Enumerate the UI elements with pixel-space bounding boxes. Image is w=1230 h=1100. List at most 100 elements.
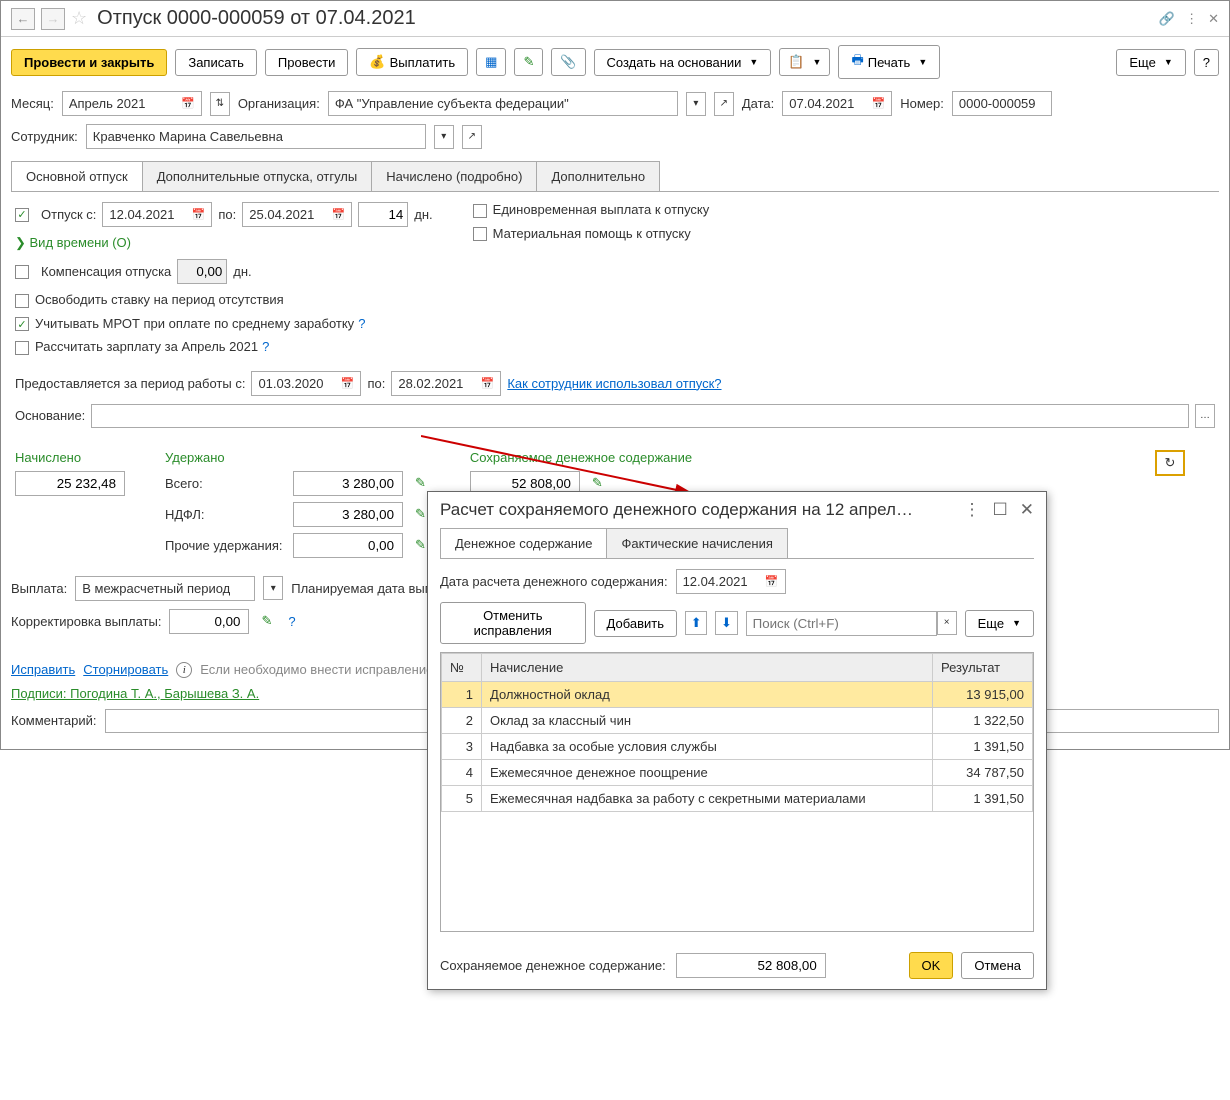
link-icon[interactable]: 🔗 — [1159, 11, 1175, 27]
calendar-icon[interactable]: 📅 — [765, 575, 779, 588]
period-to-input[interactable]: 28.02.2021📅 — [391, 371, 501, 396]
calc-dialog: Расчет сохраняемого денежного содержания… — [427, 491, 1047, 990]
month-input[interactable]: Апрель 2021📅 — [62, 91, 202, 116]
move-up-button[interactable]: ⬆ — [685, 611, 707, 635]
create-based-button[interactable]: Создать на основании▼ — [594, 49, 772, 76]
table-row[interactable]: 5Ежемесячная надбавка за работу с секрет… — [442, 786, 1033, 812]
lumpsum-checkbox[interactable] — [473, 204, 487, 218]
number-input[interactable]: 0000-000059 — [952, 91, 1052, 116]
print-button[interactable]: 🖶Печать▼ — [838, 45, 940, 79]
vacation-to-input[interactable]: 25.04.2021📅 — [242, 202, 352, 227]
calendar-icon[interactable]: 📅 — [341, 377, 355, 390]
copy-icon-button[interactable]: 📋▼ — [779, 48, 830, 76]
pencil-icon[interactable]: ✎ — [415, 506, 426, 522]
save-button[interactable]: Записать — [175, 49, 257, 76]
basis-input[interactable] — [91, 404, 1189, 428]
dialog-more-button[interactable]: Еще▼ — [965, 610, 1034, 637]
month-spinner[interactable]: ⇅ — [210, 92, 230, 116]
dialog-menu-icon[interactable]: ⋮ — [964, 500, 981, 520]
employee-dropdown[interactable]: ▾ — [434, 125, 454, 149]
dialog-tab-actual[interactable]: Фактические начисления — [606, 528, 787, 558]
aid-checkbox[interactable] — [473, 227, 487, 241]
other-value[interactable] — [293, 533, 403, 558]
help-icon[interactable]: ? — [358, 316, 365, 331]
how-used-link[interactable]: Как сотрудник использовал отпуск? — [507, 376, 721, 391]
vacation-from-input[interactable]: 12.04.2021📅 — [102, 202, 212, 227]
time-type-link[interactable]: ❯ Вид времени (О) — [15, 235, 131, 250]
help-button[interactable]: ? — [1194, 49, 1219, 76]
menu-icon[interactable]: ⋮ — [1185, 11, 1198, 27]
pay-button[interactable]: 💰Выплатить — [356, 48, 468, 76]
accrued-value[interactable] — [15, 471, 125, 496]
more-button[interactable]: Еще▼ — [1116, 49, 1185, 76]
close-icon[interactable]: ✕ — [1208, 11, 1219, 27]
pencil-icon[interactable]: ✎ — [592, 475, 603, 491]
doc-icon-button[interactable]: ▦ — [476, 48, 506, 76]
tab-additional[interactable]: Дополнительные отпуска, отгулы — [142, 161, 373, 191]
table-row[interactable]: 4Ежемесячное денежное поощрение34 787,50 — [442, 760, 1033, 786]
ndfl-value[interactable] — [293, 502, 403, 527]
nav-back[interactable]: ← — [11, 8, 35, 30]
mrot-checkbox[interactable]: ✓ — [15, 317, 29, 331]
pencil-icon[interactable]: ✎ — [415, 537, 426, 553]
lumpsum-label: Единовременная выплата к отпуску — [493, 202, 710, 217]
calendar-icon[interactable]: 📅 — [181, 97, 195, 110]
payment-select[interactable]: В межрасчетный период — [75, 576, 255, 601]
help-icon[interactable]: ? — [262, 339, 269, 354]
ok-button[interactable]: OK — [909, 952, 954, 979]
signatures-link[interactable]: Подписи: Погодина Т. А., Барышева З. А. — [11, 686, 259, 701]
date-input[interactable]: 07.04.2021📅 — [782, 91, 892, 116]
period-from-input[interactable]: 01.03.2020📅 — [251, 371, 361, 396]
edit-icon-button[interactable]: ✎ — [514, 48, 543, 76]
pencil-icon[interactable]: ✎ — [261, 613, 272, 629]
cancel-button[interactable]: Отмена — [961, 952, 1034, 979]
days-suffix: дн. — [414, 207, 432, 222]
calendar-icon[interactable]: 📅 — [332, 208, 346, 221]
post-close-button[interactable]: Провести и закрыть — [11, 49, 167, 76]
move-down-button[interactable]: ⬇ — [715, 611, 737, 635]
accrued-header: Начислено — [15, 450, 125, 465]
payment-dropdown[interactable]: ▾ — [263, 576, 283, 600]
employee-input[interactable]: Кравченко Марина Савельевна — [86, 124, 426, 149]
reverse-link[interactable]: Сторнировать — [83, 662, 168, 677]
days-input[interactable] — [358, 202, 408, 227]
tab-main[interactable]: Основной отпуск — [11, 161, 143, 191]
dialog-tab-money[interactable]: Денежное содержание — [440, 528, 607, 558]
calendar-icon[interactable]: 📅 — [192, 208, 206, 221]
pencil-icon[interactable]: ✎ — [415, 475, 426, 491]
org-input[interactable]: ФА "Управление субъекта федерации" — [328, 91, 678, 116]
release-checkbox[interactable] — [15, 294, 29, 308]
org-open[interactable]: ↗ — [714, 92, 734, 116]
tab-accrued[interactable]: Начислено (подробно) — [371, 161, 537, 191]
employee-open[interactable]: ↗ — [462, 125, 482, 149]
calc-salary-checkbox[interactable] — [15, 341, 29, 355]
refresh-button[interactable]: ↻ — [1155, 450, 1185, 476]
tab-extra[interactable]: Дополнительно — [536, 161, 660, 191]
search-clear[interactable]: × — [937, 611, 957, 635]
search-input[interactable] — [746, 611, 937, 636]
org-dropdown[interactable]: ▾ — [686, 92, 706, 116]
calendar-icon[interactable]: 📅 — [872, 97, 886, 110]
dialog-max-icon[interactable]: ☐ — [993, 500, 1008, 520]
cancel-fix-button[interactable]: Отменить исправления — [440, 602, 586, 644]
calendar-icon[interactable]: 📅 — [481, 377, 495, 390]
calc-date-input[interactable]: 12.04.2021📅 — [676, 569, 786, 594]
vacation-checkbox[interactable]: ✓ — [15, 208, 29, 222]
compensation-checkbox[interactable] — [15, 265, 29, 279]
total-value[interactable] — [293, 471, 403, 496]
compensation-label: Компенсация отпуска — [41, 264, 171, 279]
help-icon[interactable]: ? — [288, 614, 295, 629]
dialog-close-icon[interactable]: ✕ — [1020, 500, 1034, 520]
table-row[interactable]: 2Оклад за классный чин1 322,50 — [442, 708, 1033, 734]
attach-icon-button[interactable]: 📎 — [551, 48, 585, 76]
table-row[interactable]: 3Надбавка за особые условия службы1 391,… — [442, 734, 1033, 760]
correction-value[interactable] — [169, 609, 249, 634]
fix-link[interactable]: Исправить — [11, 662, 75, 677]
dialog-footer-value[interactable] — [676, 953, 826, 978]
favorite-icon[interactable]: ☆ — [71, 8, 87, 29]
basis-select[interactable]: … — [1195, 404, 1215, 428]
add-button[interactable]: Добавить — [594, 610, 677, 637]
nav-forward[interactable]: → — [41, 8, 65, 30]
post-button[interactable]: Провести — [265, 49, 349, 76]
table-row[interactable]: 1Должностной оклад13 915,00 — [442, 682, 1033, 708]
